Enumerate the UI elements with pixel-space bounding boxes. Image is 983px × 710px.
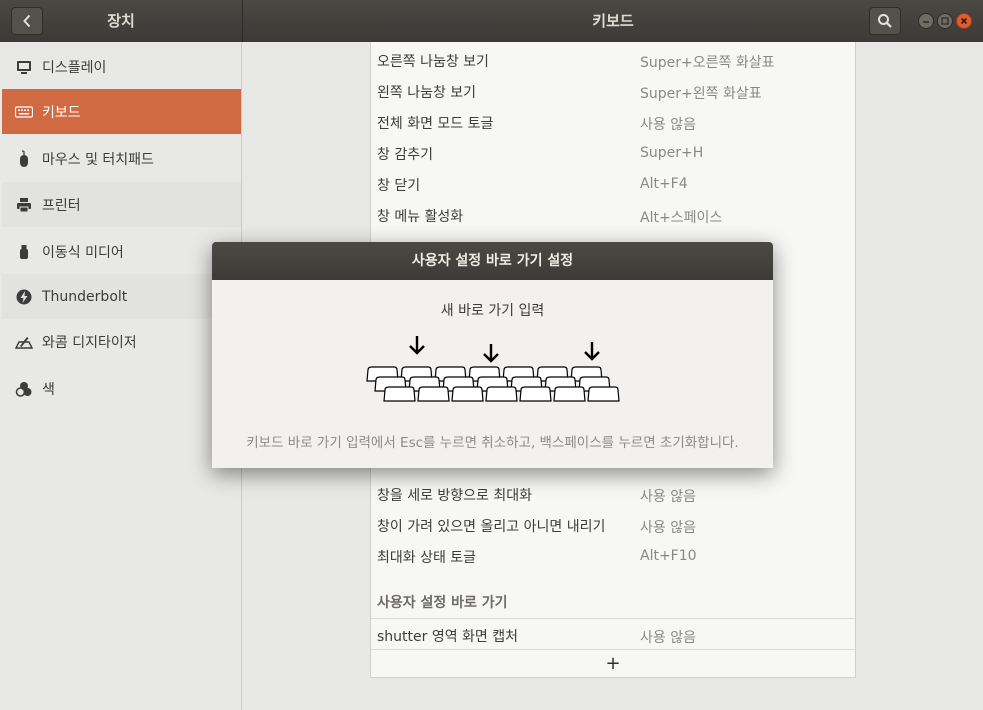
list-item[interactable]: 창 메뉴 활성화 Alt+스페이스 [371,199,855,230]
sidebar-item-thunderbolt[interactable]: Thunderbolt [2,274,241,319]
shortcut-value: Alt+F4 [640,176,688,192]
sidebar-item-keyboard[interactable]: 키보드 [2,89,241,134]
minimize-button[interactable] [918,13,934,29]
sidebar-item-printer[interactable]: 프린터 [2,182,241,227]
shortcut-value: 사용 않음 [640,520,696,536]
sidebar: 디스플레이 키보드 마우스 및 터치패드 프린터 이동식 미디어 Thunder… [0,42,242,710]
sidebar-item-display[interactable]: 디스플레이 [2,44,241,89]
shortcut-name: 창 메뉴 활성화 [377,209,464,225]
list-item[interactable]: 창 감추기 Super+H [371,137,855,168]
shortcut-value: 사용 않음 [640,117,696,133]
list-item[interactable]: 오른쪽 나눔창 보기 Super+오른쪽 화살표 [371,44,855,75]
maximize-icon [941,17,949,25]
list-item[interactable]: 전체 화면 모드 토글 사용 않음 [371,106,855,137]
mouse-icon [14,149,34,169]
tablet-icon [14,332,34,352]
search-icon [878,14,892,28]
shortcut-name: 전체 화면 모드 토글 [377,116,494,132]
usb-icon [14,242,34,262]
sidebar-item-mouse[interactable]: 마우스 및 터치패드 [2,136,241,181]
panel-list-title: 장치 [107,12,135,30]
color-icon [14,379,34,399]
sidebar-item-wacom[interactable]: 와콤 디지타이저 [2,319,241,364]
sidebar-item-label: 프린터 [42,197,81,214]
minimize-icon [923,21,929,23]
search-button[interactable] [869,7,901,35]
dialog-title: 사용자 설정 바로 가기 설정 [212,242,773,280]
sidebar-item-label: 키보드 [42,104,81,121]
list-item[interactable]: 창 닫기 Alt+F4 [371,168,855,199]
printer-icon [14,195,34,215]
shortcut-value: 사용 않음 [640,630,696,646]
custom-shortcuts-header: 사용자 설정 바로 가기 [377,595,508,611]
shortcut-value: Alt+스페이스 [640,210,723,226]
close-button[interactable] [956,13,972,29]
list-item[interactable]: shutter 영역 화면 캡처 사용 않음 [371,619,855,650]
add-shortcut-button[interactable]: + [371,650,855,678]
close-icon [960,17,968,25]
header-bar: 장치 키보드 [0,0,983,42]
shortcut-value: Super+오른쪽 화살표 [640,55,775,71]
sidebar-item-label: Thunderbolt [42,288,128,305]
shortcut-value: Super+H [640,145,704,161]
sidebar-item-label: 와콤 디지타이저 [42,334,137,351]
sidebar-item-label: 마우스 및 터치패드 [42,151,154,168]
maximize-button[interactable] [937,13,953,29]
sidebar-item-label: 이동식 미디어 [42,244,124,261]
custom-shortcut-dialog: 사용자 설정 바로 가기 설정 새 바로 가기 입력 키보드 바로 가기 입력에… [212,242,773,468]
display-icon [14,57,34,77]
shortcut-name: 왼쪽 나눔창 보기 [377,85,477,101]
shortcut-value: Alt+F10 [640,548,697,564]
sidebar-item-color[interactable]: 색 [2,366,241,411]
shortcut-value: Super+왼쪽 화살표 [640,86,762,102]
shortcut-name: 창이 가려 있으면 올리고 아니면 내리기 [377,519,606,535]
shortcut-name: 최대화 상태 토글 [377,550,477,566]
dialog-body: 새 바로 가기 입력 키보드 바로 가기 입력에서 Esc를 누르면 취소하고,… [212,280,773,468]
dialog-prompt: 새 바로 가기 입력 [440,303,545,319]
list-item[interactable]: 창을 세로 방향으로 최대화 사용 않음 [371,478,855,509]
list-item[interactable]: 최대화 상태 토글 Alt+F10 [371,540,855,571]
shortcut-name: 창 닫기 [377,178,421,194]
shortcut-name: 창을 세로 방향으로 최대화 [377,488,533,504]
shortcut-value: 사용 않음 [640,489,696,505]
dialog-hint: 키보드 바로 가기 입력에서 Esc를 누르면 취소하고, 백스페이스를 누르면… [246,435,739,451]
shortcut-name: shutter 영역 화면 캡처 [377,629,519,645]
list-item[interactable]: 왼쪽 나눔창 보기 Super+왼쪽 화살표 [371,75,855,106]
list-item[interactable]: 창이 가려 있으면 올리고 아니면 내리기 사용 않음 [371,509,855,540]
keyboard-press-illustration-icon [364,336,620,416]
shortcut-name: 오른쪽 나눔창 보기 [377,54,489,70]
thunderbolt-icon [14,287,34,307]
sidebar-item-removable-media[interactable]: 이동식 미디어 [2,229,241,274]
sidebar-item-label: 색 [42,381,55,398]
shortcut-name: 창 감추기 [377,147,433,163]
keyboard-icon [14,102,34,122]
sidebar-item-label: 디스플레이 [42,59,107,76]
